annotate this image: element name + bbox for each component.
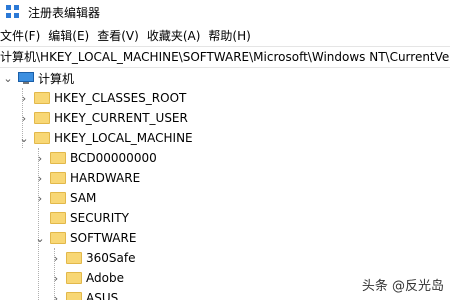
tree-node-label: ASUS [86,291,119,300]
tree-node-sam[interactable]: › SAM [34,188,97,208]
folder-icon [50,172,66,184]
menu-help[interactable]: 帮助(H) [204,27,254,44]
tree-node-computer[interactable]: ⌄ 计算机 [2,68,74,88]
tree-node-label: SECURITY [70,211,129,225]
tree-node-label: Adobe [86,271,124,285]
tree-node-label: 计算机 [38,71,75,86]
tree-node-bcd[interactable]: › BCD00000000 [34,148,157,168]
collapse-icon[interactable]: ⌄ [2,68,14,88]
menu-favorites[interactable]: 收藏夹(A) [143,27,205,44]
tree-node-hklm[interactable]: ⌄ HKEY_LOCAL_MACHINE [18,128,193,148]
tree-node-software[interactable]: ⌄ SOFTWARE [34,228,136,248]
tree-node-label: SAM [70,191,97,205]
tree-node-security[interactable]: SECURITY [34,208,129,228]
tree-node-hkcr[interactable]: › HKEY_CLASSES_ROOT [18,88,187,108]
computer-icon [18,72,34,84]
collapse-icon[interactable]: ⌄ [18,128,30,148]
folder-icon [50,192,66,204]
expand-icon[interactable]: › [50,268,62,288]
tree-node-label: HKEY_LOCAL_MACHINE [54,131,193,145]
watermark: 头条 @反光岛 [361,275,444,294]
tree-node-label: HKEY_CLASSES_ROOT [54,91,187,105]
menu-file[interactable]: 文件(F) [0,27,44,44]
tree-node-label: HARDWARE [70,171,141,185]
expand-icon[interactable]: › [18,108,30,128]
tree-connector [34,208,46,228]
expand-icon[interactable]: › [34,188,46,208]
folder-icon [34,132,50,144]
tree-node-asus[interactable]: › ASUS [50,288,118,300]
folder-icon [50,232,66,244]
folder-icon [50,152,66,164]
tree-node-label: 360Safe [86,251,136,265]
tree-node-hkcu[interactable]: › HKEY_CURRENT_USER [18,108,188,128]
folder-icon [34,92,50,104]
menu-view[interactable]: 查看(V) [93,27,143,44]
collapse-icon[interactable]: ⌄ [34,228,46,248]
tree-node-360safe[interactable]: › 360Safe [50,248,136,268]
tree-node-hardware[interactable]: › HARDWARE [34,168,140,188]
expand-icon[interactable]: › [34,168,46,188]
folder-icon [66,252,82,264]
expand-icon[interactable]: › [34,148,46,168]
expand-icon[interactable]: › [50,288,62,300]
menu-edit[interactable]: 编辑(E) [44,27,93,44]
folder-icon [66,292,82,300]
registry-tree: ⌄ 计算机 › HKEY_CLASSES_ROOT › HKEY_CURRENT… [0,68,450,300]
tree-node-label: BCD00000000 [70,151,157,165]
expand-icon[interactable]: › [18,88,30,108]
window-title: 注册表编辑器 [28,5,101,20]
folder-icon [50,212,66,224]
tree-node-adobe[interactable]: › Adobe [50,268,124,288]
tree-node-label: HKEY_CURRENT_USER [54,111,188,125]
tree-node-label: SOFTWARE [70,231,137,245]
expand-icon[interactable]: › [50,248,62,268]
regedit-app-icon [6,5,20,19]
menu-bar: 文件(F) 编辑(E) 查看(V) 收藏夹(A) 帮助(H) [0,24,450,46]
folder-icon [66,272,82,284]
folder-icon [34,112,50,124]
address-bar[interactable]: 计算机\HKEY_LOCAL_MACHINE\SOFTWARE\Microsof… [0,46,450,68]
title-bar: 注册表编辑器 [0,0,450,24]
